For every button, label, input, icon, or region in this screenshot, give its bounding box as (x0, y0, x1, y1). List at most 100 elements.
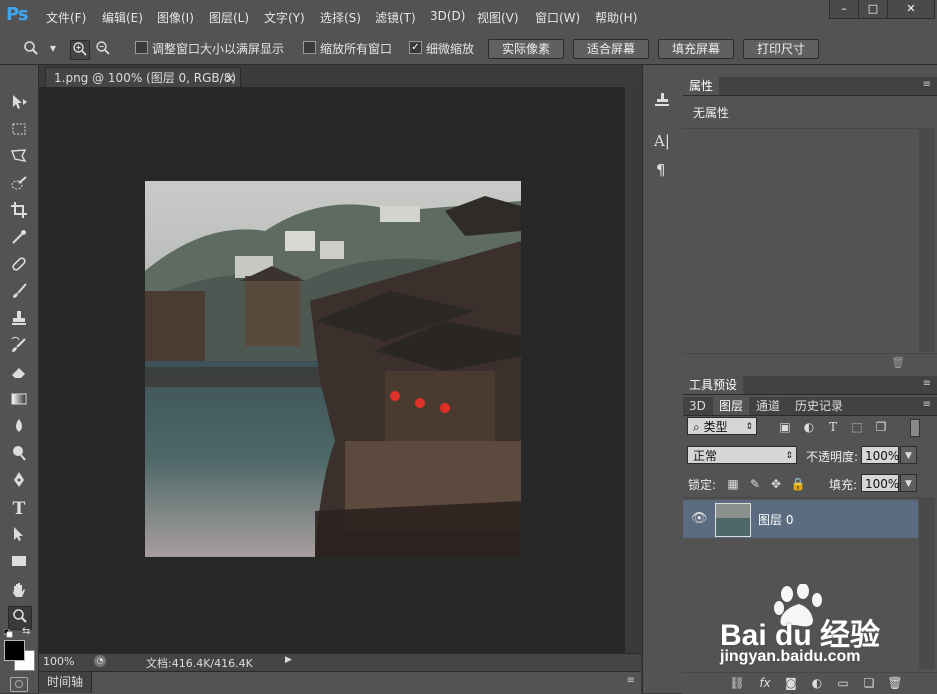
layer-name[interactable]: 图层 0 (758, 511, 793, 528)
new-layer-icon[interactable]: ❏ (861, 675, 877, 691)
fill-field[interactable]: 100% (861, 474, 899, 492)
document-tab[interactable]: 1.png @ 100% (图层 0, RGB/8) × (45, 67, 241, 87)
opacity-dropdown-icon[interactable]: ▼ (900, 446, 917, 464)
layer-filter-kind-select[interactable]: ⌕ 类型 ⇕ (687, 417, 757, 435)
fill-dropdown-icon[interactable]: ▼ (900, 474, 917, 492)
status-menu-arrow-icon[interactable]: ▶ (285, 655, 292, 665)
fit-screen-button[interactable]: 适合屏幕 (573, 39, 649, 59)
tab-channels[interactable]: 通道 (750, 397, 786, 415)
foreground-color-swatch[interactable] (4, 640, 25, 661)
rectangle-tool-icon[interactable] (8, 552, 30, 574)
zoom-tool-icon[interactable] (22, 40, 40, 58)
filter-shape-layer-icon[interactable]: ⬚ (849, 419, 865, 435)
zoom-in-icon[interactable] (70, 40, 90, 60)
tool-presets-menu-icon[interactable]: ≡ (923, 378, 931, 389)
blend-mode-select[interactable]: 正常 ⇕ (687, 446, 797, 464)
gradient-tool-icon[interactable] (8, 390, 30, 412)
close-tab-icon[interactable]: × (225, 68, 235, 88)
hand-tool-icon[interactable] (8, 581, 30, 603)
eyedropper-tool-icon[interactable] (8, 228, 30, 250)
vertical-scrollbar[interactable] (625, 87, 641, 654)
lock-image-pixels-icon[interactable]: ✎ (747, 476, 763, 492)
menu-layer[interactable]: 图层(L) (209, 9, 249, 26)
layer-row[interactable]: 👁 图层 0 (683, 500, 918, 538)
clone-stamp-tool-icon[interactable] (8, 309, 30, 331)
scrubby-zoom-checkbox[interactable]: ✓ (409, 41, 422, 54)
print-size-button[interactable]: 打印尺寸 (743, 39, 819, 59)
actual-pixels-button[interactable]: 实际像素 (488, 39, 564, 59)
lasso-tool-icon[interactable] (8, 147, 30, 169)
new-adjustment-layer-icon[interactable]: ◐ (809, 675, 825, 691)
properties-tab[interactable]: 属性 (683, 77, 720, 95)
tab-layers[interactable]: 图层 (713, 397, 750, 415)
filter-adjustment-layer-icon[interactable]: ◐ (801, 419, 817, 435)
brush-tool-icon[interactable] (8, 282, 30, 304)
zoom-out-icon[interactable] (94, 40, 112, 58)
menu-window[interactable]: 窗口(W) (535, 9, 580, 26)
history-brush-tool-icon[interactable] (8, 336, 30, 358)
marquee-tool-icon[interactable] (8, 120, 30, 142)
minimize-button[interactable]: – (829, 0, 859, 19)
maximize-button[interactable]: □ (858, 0, 888, 19)
filter-smart-object-icon[interactable]: ❐ (873, 419, 889, 435)
character-panel-icon[interactable]: A| (654, 132, 670, 150)
menu-help[interactable]: 帮助(H) (595, 9, 637, 26)
blur-tool-icon[interactable] (8, 417, 30, 439)
menu-3d[interactable]: 3D(D) (430, 9, 465, 23)
quick-selection-tool-icon[interactable] (8, 174, 30, 196)
tool-presets-tab[interactable]: 工具预设 (683, 376, 744, 394)
layer-style-icon[interactable]: fx (757, 675, 773, 691)
layer-visibility-eye-icon[interactable]: 👁 (691, 511, 708, 526)
menu-image[interactable]: 图像(I) (157, 9, 194, 26)
zoom-all-windows-checkbox[interactable] (303, 41, 316, 54)
filter-toggle-switch[interactable] (910, 419, 920, 437)
lock-all-icon[interactable]: 🔒 (790, 476, 806, 492)
filter-pixel-layer-icon[interactable]: ▣ (777, 419, 793, 435)
tool-preset-dropdown-icon[interactable]: ▼ (44, 40, 62, 58)
healing-brush-tool-icon[interactable] (8, 255, 30, 277)
eraser-tool-icon[interactable] (8, 363, 30, 385)
menu-type[interactable]: 文字(Y) (264, 9, 305, 26)
properties-delete-icon[interactable]: 🗑 (891, 356, 905, 369)
paragraph-panel-icon[interactable]: ¶ (656, 161, 666, 179)
resize-windows-checkbox[interactable] (135, 41, 148, 54)
filter-type-layer-icon[interactable]: T (825, 419, 841, 435)
options-bar: ▼ 调整窗口大小以满屏显示 缩放所有窗口 ✓ 细微缩放 实际像素 适合屏幕 填充… (0, 33, 937, 65)
delete-layer-icon[interactable]: 🗑 (887, 675, 903, 691)
pen-tool-icon[interactable] (8, 471, 30, 493)
timeline-tab[interactable]: 时间轴 (39, 672, 93, 693)
properties-menu-icon[interactable]: ≡ (923, 79, 931, 90)
layers-scrollbar[interactable] (919, 497, 935, 669)
tool-presets-panel-icon[interactable] (653, 91, 671, 109)
lock-transparent-pixels-icon[interactable]: ▦ (725, 476, 741, 492)
quick-mask-icon[interactable] (10, 677, 28, 692)
properties-scrollbar[interactable] (919, 128, 935, 352)
close-window-button[interactable]: ✕ (887, 0, 935, 19)
menu-select[interactable]: 选择(S) (320, 9, 361, 26)
timeline-menu-icon[interactable]: ≡ (627, 675, 635, 686)
photoshop-logo: Ps (6, 4, 29, 25)
default-colors-icon[interactable] (3, 627, 13, 638)
properties-footer: 🗑 (683, 353, 937, 372)
tab-history[interactable]: 历史记录 (789, 397, 849, 415)
zoom-level-field[interactable]: 100% (43, 655, 74, 668)
menu-view[interactable]: 视图(V) (477, 9, 519, 26)
swap-colors-icon[interactable]: ⇆ (22, 626, 33, 637)
layers-menu-icon[interactable]: ≡ (923, 399, 931, 410)
tab-3d[interactable]: 3D (683, 397, 712, 415)
link-layers-icon[interactable]: ⛓ (729, 675, 745, 691)
menu-file[interactable]: 文件(F) (46, 9, 86, 26)
fill-screen-button[interactable]: 填充屏幕 (658, 39, 734, 59)
type-tool-icon[interactable]: T (8, 498, 30, 520)
move-tool-icon[interactable] (8, 93, 30, 115)
lock-position-icon[interactable]: ✥ (768, 476, 784, 492)
dodge-tool-icon[interactable] (8, 444, 30, 466)
new-group-icon[interactable]: ▭ (835, 675, 851, 691)
status-info-icon[interactable]: ◔ (94, 655, 106, 667)
menu-filter[interactable]: 滤镜(T) (375, 9, 416, 26)
path-selection-tool-icon[interactable] (8, 525, 30, 547)
add-mask-icon[interactable]: ◙ (783, 675, 799, 691)
menu-edit[interactable]: 编辑(E) (102, 9, 143, 26)
crop-tool-icon[interactable] (8, 201, 30, 223)
opacity-field[interactable]: 100% (861, 446, 899, 464)
